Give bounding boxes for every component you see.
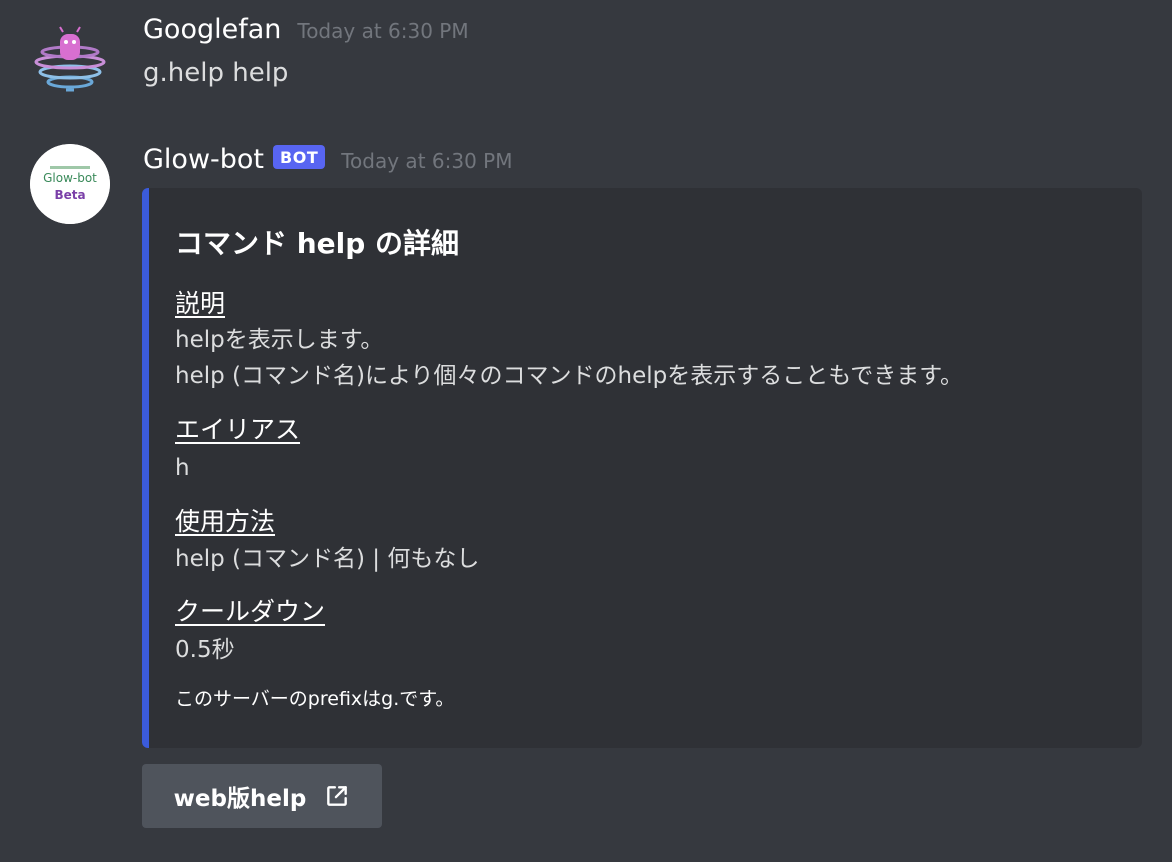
field-value-line: help (コマンド名)により個々のコマンドのhelpを表示することもできます。 [175,363,964,389]
button-label: web版help [173,786,307,812]
embed-accent-bar [142,188,149,748]
field-value-usage: help (コマンド名) | 何もなし [175,546,480,572]
message-content: g.help help [143,58,289,88]
bot-avatar[interactable]: Glow-bot Beta [30,144,110,224]
avatar-line2: Beta [54,188,85,202]
field-name-cooldown: クールダウン [175,597,326,626]
timestamp: Today at 6:30 PM [341,149,513,173]
glow-bot-logo-icon: Glow-bot Beta [30,144,110,224]
message-glow-bot: Glow-bot Beta Glow-bot BOT Today at 6:30… [0,128,1172,848]
field-value-aliases: h [175,455,190,481]
external-link-icon [324,783,350,809]
android-spinner-icon [34,26,106,92]
username[interactable]: Glow-bot [143,144,264,175]
field-name-description: 説明 [175,289,226,318]
chat-view: Googlefan Today at 6:30 PM g.help help G… [0,0,1172,862]
timestamp: Today at 6:30 PM [297,19,469,43]
field-name-aliases: エイリアス [175,415,301,444]
bot-tag: BOT [273,145,326,169]
field-value-cooldown: 0.5秒 [175,637,235,663]
embed: コマンド help の詳細 説明 helpを表示します。 help (コマンド名… [142,188,1142,748]
web-help-link-button[interactable]: web版help [142,764,382,828]
field-value-line: helpを表示します。 [175,327,384,353]
field-name-usage: 使用方法 [175,507,276,536]
embed-footer: このサーバーのprefixはg.です。 [175,688,455,710]
user-avatar[interactable] [30,20,110,100]
username[interactable]: Googlefan [143,14,281,45]
embed-title: コマンド help の詳細 [175,227,460,260]
avatar-line1: Glow-bot [43,171,97,185]
field-value-description: helpを表示します。 help (コマンド名)により個々のコマンドのhelpを… [175,322,963,394]
message-header: Glow-bot BOT Today at 6:30 PM [143,144,512,175]
message-header: Googlefan Today at 6:30 PM [143,14,469,45]
message-googlefan: Googlefan Today at 6:30 PM g.help help [0,0,1172,110]
